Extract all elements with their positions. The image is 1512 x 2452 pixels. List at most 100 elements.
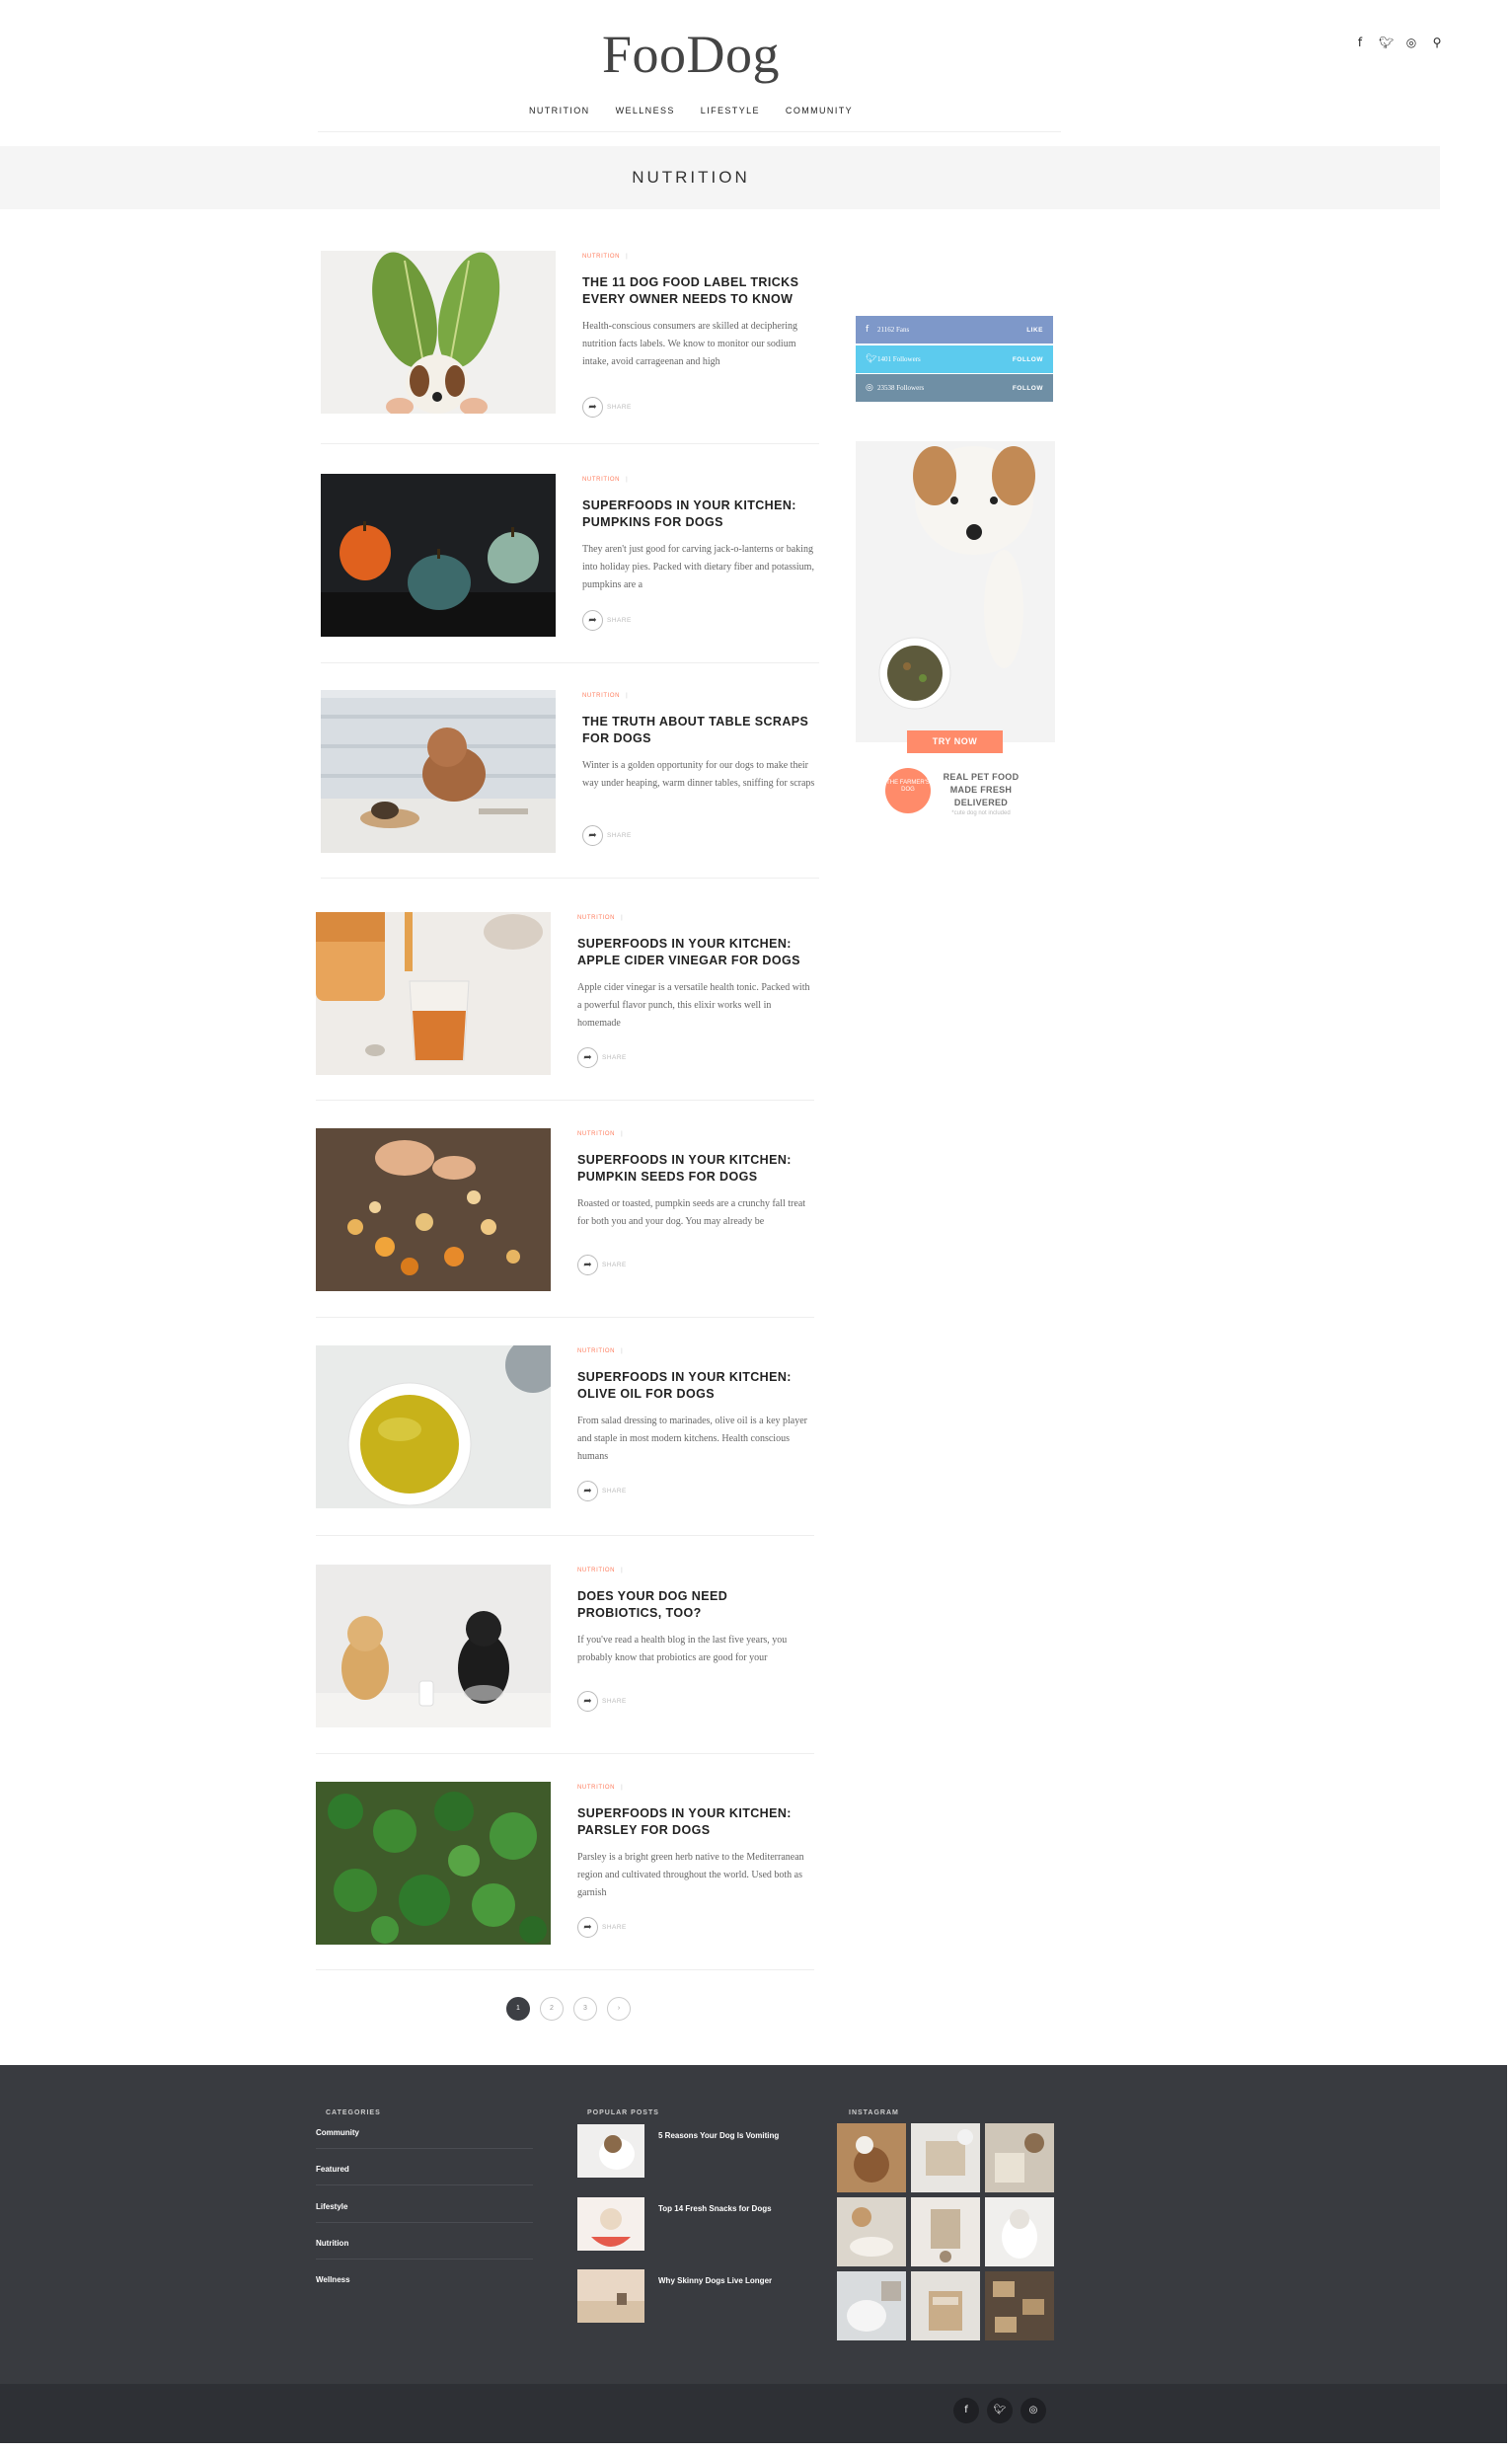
- post-thumbnail[interactable]: [316, 1345, 551, 1508]
- post-thumbnail[interactable]: [321, 251, 556, 414]
- search-icon[interactable]: ⚲: [1430, 36, 1444, 51]
- nav-item-wellness[interactable]: WELLNESS: [616, 106, 675, 115]
- share-icon: ➦: [577, 1481, 598, 1501]
- share-icon: ➦: [582, 825, 603, 846]
- nav-item-nutrition[interactable]: NUTRITION: [529, 106, 590, 115]
- post-thumbnail[interactable]: [316, 1565, 551, 1727]
- twitter-icon[interactable]: 🐦︎: [987, 2398, 1013, 2423]
- post-thumbnail[interactable]: [316, 1782, 551, 1945]
- post-divider: [321, 443, 819, 444]
- post-category[interactable]: NUTRITION |: [582, 477, 628, 483]
- instagram-photo[interactable]: [985, 2271, 1054, 2340]
- share-button[interactable]: ➦ SHARE: [577, 1047, 627, 1068]
- instagram-photo[interactable]: [911, 2271, 980, 2340]
- page-1-button[interactable]: 1: [506, 1997, 530, 2021]
- post-category[interactable]: NUTRITION |: [577, 1131, 623, 1137]
- instagram-photo[interactable]: [911, 2123, 980, 2192]
- post-title[interactable]: DOES YOUR DOG NEED PROBIOTICS, TOO?: [577, 1588, 814, 1622]
- instagram-icon[interactable]: ◎: [1021, 2398, 1046, 2423]
- post-divider: [316, 1753, 814, 1754]
- instagram-photo[interactable]: [837, 2197, 906, 2266]
- next-page-button[interactable]: ›: [607, 1997, 631, 2021]
- like-button[interactable]: LIKE: [1026, 327, 1043, 334]
- instagram-photo[interactable]: [985, 2197, 1054, 2266]
- post-divider: [316, 1535, 814, 1536]
- footer-category-link[interactable]: Wellness: [316, 2275, 533, 2284]
- post-category[interactable]: NUTRITION |: [577, 1348, 623, 1354]
- post-excerpt: Roasted or toasted, pumpkin seeds are a …: [577, 1198, 806, 1227]
- post-title[interactable]: THE 11 DOG FOOD LABEL TRICKS EVERY OWNER…: [582, 274, 819, 308]
- popular-post-thumbnail[interactable]: [577, 2269, 644, 2323]
- follow-button[interactable]: FOLLOW: [1013, 356, 1043, 363]
- post-thumbnail[interactable]: [316, 912, 551, 1075]
- page-3-button[interactable]: 3: [573, 1997, 597, 2021]
- post-thumbnail[interactable]: [321, 690, 556, 853]
- page-2-button[interactable]: 2: [540, 1997, 564, 2021]
- share-icon: ➦: [582, 397, 603, 418]
- share-icon: ➦: [577, 1255, 598, 1275]
- post-divider: [316, 1317, 814, 1318]
- footer-category-link[interactable]: Community: [316, 2128, 533, 2149]
- popular-post-thumbnail[interactable]: [577, 2124, 644, 2178]
- footer-category-link[interactable]: Lifestyle: [316, 2202, 533, 2223]
- popular-post-item[interactable]: 5 Reasons Your Dog Is Vomiting: [577, 2124, 814, 2179]
- share-button[interactable]: ➦ SHARE: [582, 825, 632, 846]
- ad-image: [856, 441, 1055, 742]
- popular-post-item[interactable]: Top 14 Fresh Snacks for Dogs: [577, 2197, 814, 2252]
- share-button[interactable]: ➦ SHARE: [577, 1917, 627, 1938]
- instagram-photo[interactable]: [837, 2123, 906, 2192]
- footer-category-link[interactable]: Featured: [316, 2165, 533, 2185]
- popular-post-title[interactable]: Why Skinny Dogs Live Longer: [658, 2273, 806, 2288]
- post-category[interactable]: NUTRITION |: [582, 693, 628, 699]
- share-icon: ➦: [577, 1047, 598, 1068]
- post-excerpt: Winter is a golden opportunity for our d…: [582, 760, 815, 789]
- nav-divider: [318, 131, 1061, 132]
- facebook-icon[interactable]: f: [1353, 36, 1367, 51]
- instagram-follow-box[interactable]: ◎ 23538 Followers FOLLOW: [856, 374, 1053, 402]
- share-button[interactable]: ➦ SHARE: [577, 1481, 627, 1501]
- share-icon: ➦: [577, 1691, 598, 1712]
- post-category[interactable]: NUTRITION |: [577, 1568, 623, 1573]
- post-thumbnail[interactable]: [321, 474, 556, 637]
- footer-category-link[interactable]: Nutrition: [316, 2239, 533, 2260]
- instagram-photo[interactable]: [985, 2123, 1054, 2192]
- site-logo[interactable]: FooDog: [0, 24, 1382, 85]
- post-title[interactable]: SUPERFOODS IN YOUR KITCHEN: PARSLEY FOR …: [577, 1805, 814, 1839]
- post-title[interactable]: SUPERFOODS IN YOUR KITCHEN: OLIVE OIL FO…: [577, 1369, 814, 1403]
- nav-item-lifestyle[interactable]: LIFESTYLE: [701, 106, 760, 115]
- twitter-follow-box[interactable]: 🐦︎ 1401 Followers FOLLOW: [856, 345, 1053, 373]
- post-title[interactable]: THE TRUTH ABOUT TABLE SCRAPS FOR DOGS: [582, 714, 819, 747]
- post-category[interactable]: NUTRITION |: [577, 915, 623, 921]
- popular-post-thumbnail[interactable]: [577, 2197, 644, 2251]
- instagram-photo[interactable]: [837, 2271, 906, 2340]
- share-button[interactable]: ➦ SHARE: [577, 1691, 627, 1712]
- post-excerpt: Health-conscious consumers are skilled a…: [582, 321, 797, 367]
- post-excerpt: Apple cider vinegar is a versatile healt…: [577, 982, 810, 1029]
- post-divider: [316, 1969, 814, 1970]
- facebook-icon: f: [866, 325, 869, 335]
- popular-post-title[interactable]: Top 14 Fresh Snacks for Dogs: [658, 2201, 806, 2216]
- try-now-button[interactable]: TRY NOW: [907, 730, 1003, 753]
- post-title[interactable]: SUPERFOODS IN YOUR KITCHEN: APPLE CIDER …: [577, 936, 814, 969]
- instagram-icon[interactable]: ◎: [1404, 36, 1418, 51]
- post-title[interactable]: SUPERFOODS IN YOUR KITCHEN: PUMPKINS FOR…: [582, 498, 819, 531]
- twitter-icon: 🐦︎: [866, 354, 877, 364]
- nav-item-community[interactable]: COMMUNITY: [786, 106, 853, 115]
- popular-post-title[interactable]: 5 Reasons Your Dog Is Vomiting: [658, 2128, 806, 2143]
- facebook-icon[interactable]: f: [953, 2398, 979, 2423]
- share-icon: ➦: [582, 610, 603, 631]
- share-button[interactable]: ➦ SHARE: [582, 397, 632, 418]
- facebook-like-box[interactable]: f 21162 Fans LIKE: [856, 316, 1053, 344]
- post-title[interactable]: SUPERFOODS IN YOUR KITCHEN: PUMPKIN SEED…: [577, 1152, 814, 1186]
- category-banner: NUTRITION: [0, 146, 1440, 209]
- post-thumbnail[interactable]: [316, 1128, 551, 1291]
- share-button[interactable]: ➦ SHARE: [582, 610, 632, 631]
- instagram-photo[interactable]: [911, 2197, 980, 2266]
- post-category[interactable]: NUTRITION |: [582, 254, 628, 260]
- popular-post-item[interactable]: Why Skinny Dogs Live Longer: [577, 2269, 814, 2324]
- share-button[interactable]: ➦ SHARE: [577, 1255, 627, 1275]
- post-category[interactable]: NUTRITION |: [577, 1785, 623, 1791]
- sidebar-ad[interactable]: TRY NOW THE FARMER'S DOG REAL PET FOOD M…: [856, 441, 1055, 826]
- twitter-icon[interactable]: 🐦︎: [1379, 36, 1394, 51]
- follow-button[interactable]: FOLLOW: [1013, 385, 1043, 392]
